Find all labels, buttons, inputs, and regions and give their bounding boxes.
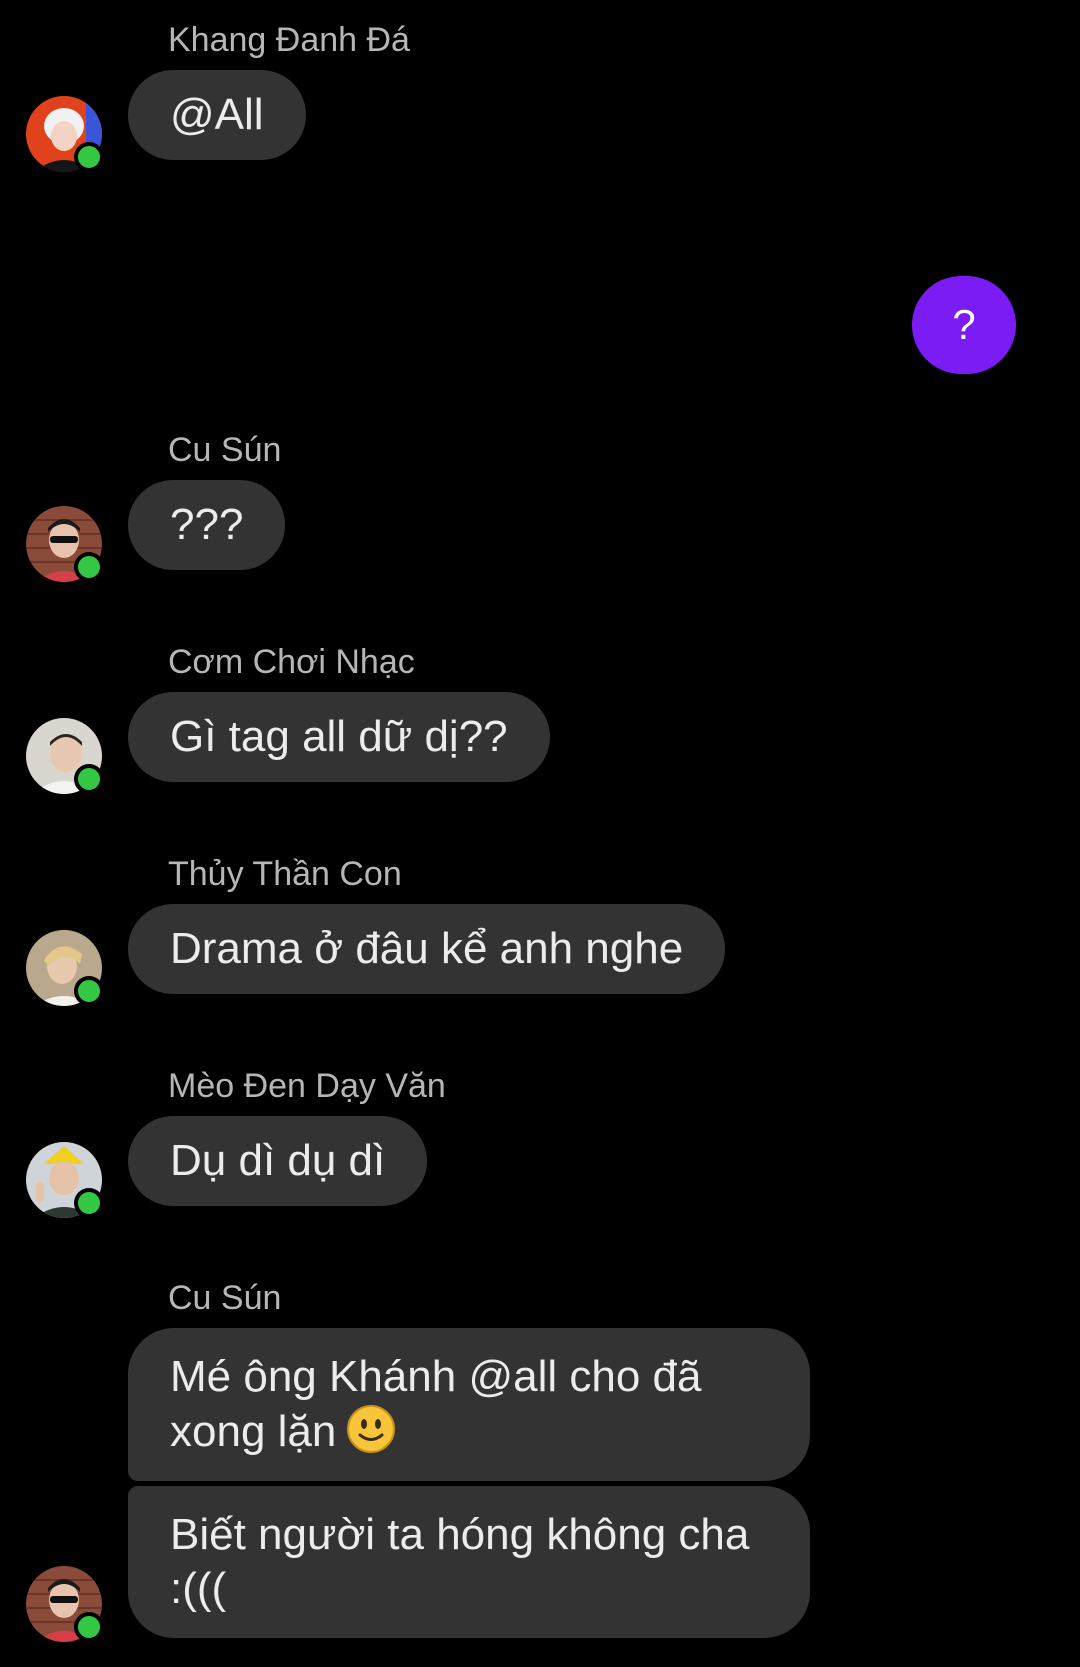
online-indicator <box>74 552 104 582</box>
online-indicator <box>74 1612 104 1642</box>
sender-name: Thủy Thần Con <box>168 855 402 893</box>
online-indicator <box>74 1188 104 1218</box>
online-indicator <box>74 764 104 794</box>
avatar[interactable] <box>26 96 104 172</box>
online-indicator <box>74 976 104 1006</box>
sender-name: Cu Sún <box>168 431 282 469</box>
message-bubble[interactable]: ??? <box>128 480 286 570</box>
avatar[interactable] <box>26 1566 104 1642</box>
avatar[interactable] <box>26 506 104 582</box>
sender-name: Mèo Đen Dạy Văn <box>168 1067 446 1105</box>
online-indicator <box>74 142 104 172</box>
message-bubble[interactable]: Mé ông Khánh @all cho đã xong lặn <box>128 1328 810 1481</box>
message-bubble[interactable]: @All <box>128 70 306 160</box>
message-bubble[interactable]: Biết người ta hóng không cha :((( <box>128 1486 810 1638</box>
message-bubble[interactable]: Drama ở đâu kể anh nghe <box>128 904 726 994</box>
sender-name: Khang Đanh Đá <box>168 21 410 59</box>
message-bubble[interactable]: Dụ dì dụ dì <box>128 1116 428 1206</box>
sender-name: Cu Sún <box>168 1279 282 1317</box>
slightly-smiling-face-emoji-icon <box>347 1405 396 1453</box>
avatar[interactable] <box>26 718 104 794</box>
avatar[interactable] <box>26 1142 104 1218</box>
my-message-bubble[interactable]: ? <box>912 276 1016 374</box>
avatar[interactable] <box>26 930 104 1006</box>
message-bubble[interactable]: Gì tag all dữ dị?? <box>128 692 550 782</box>
sender-name: Cơm Chơi Nhạc <box>168 643 415 681</box>
